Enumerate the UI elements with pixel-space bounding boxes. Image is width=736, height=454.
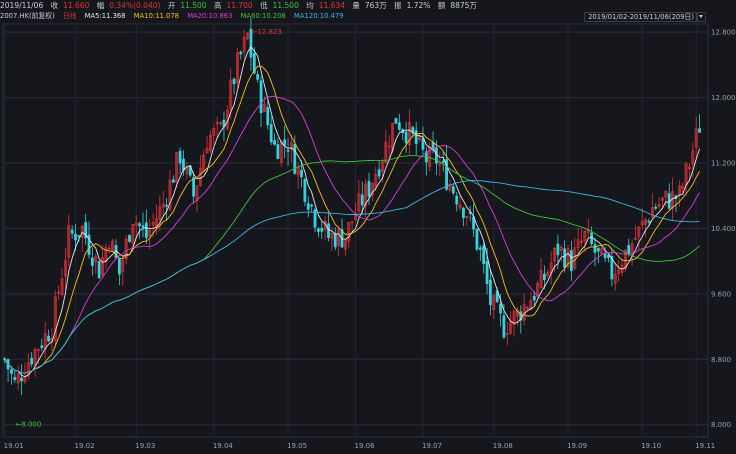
candle-body: [502, 315, 506, 338]
candle-body: [40, 345, 44, 349]
x-tick-label: 19.11: [695, 442, 715, 450]
y-tick-label: 11.200: [711, 160, 736, 168]
candle-body: [171, 179, 175, 183]
candle-body: [74, 233, 77, 241]
y-tick-label: 10.400: [711, 225, 736, 233]
candle-body: [451, 186, 455, 194]
candle-body: [259, 80, 263, 113]
candle-body: [310, 204, 314, 207]
candle-body: [489, 279, 492, 306]
x-tick-label: 19.05: [287, 442, 307, 450]
candle-body: [499, 303, 502, 314]
candle-body: [276, 144, 280, 160]
candle-body: [478, 247, 482, 250]
candle-body: [320, 227, 324, 232]
candle-body: [455, 195, 459, 205]
candle-body: [475, 228, 479, 250]
x-tick-label: 19.03: [135, 442, 155, 450]
candle-body: [283, 139, 287, 146]
candle-body: [232, 78, 236, 85]
candle-body: [300, 169, 303, 178]
candle-body: [590, 232, 594, 245]
candle-body: [30, 357, 34, 365]
y-tick-label: 12.800: [711, 29, 736, 37]
x-tick-label: 19.10: [641, 442, 661, 450]
candle-body: [256, 74, 260, 80]
candle-body: [532, 295, 536, 301]
ma10-line: [4, 65, 700, 374]
candle-body: [627, 244, 631, 255]
candle-body: [316, 228, 320, 232]
x-tick-label: 19.04: [213, 442, 234, 450]
candle-body: [165, 204, 168, 207]
ma120-line: [4, 180, 700, 374]
ma20-line: [4, 95, 700, 374]
candle-body: [404, 131, 408, 143]
candle-body: [286, 149, 290, 152]
candle-body: [269, 124, 273, 143]
candle-body: [607, 254, 610, 258]
candle-body: [367, 180, 371, 197]
candle-body: [654, 206, 658, 209]
candle-body: [128, 235, 131, 242]
candle-body: [441, 160, 445, 163]
candle-body: [273, 140, 276, 145]
candle-body: [394, 117, 398, 124]
candle-body: [141, 225, 145, 228]
candle-body: [569, 250, 573, 271]
x-tick-label: 19.01: [4, 442, 24, 450]
candle-body: [266, 107, 270, 126]
candle-body: [47, 335, 50, 342]
candle-body: [596, 247, 600, 252]
candle-body: [144, 222, 148, 239]
x-tick-label: 19.06: [355, 442, 376, 450]
candle-body: [90, 257, 94, 266]
candle-body: [70, 229, 74, 234]
candle-body: [462, 207, 465, 218]
candle-body: [414, 130, 418, 144]
candle-body: [303, 179, 307, 202]
candle-body: [360, 194, 364, 206]
candle-body: [593, 244, 597, 253]
candle-body: [327, 223, 330, 238]
x-tick-label: 19.08: [493, 442, 513, 450]
high-annotation: ←12.823: [252, 28, 282, 36]
candle-body: [138, 223, 142, 227]
candle-body: [178, 150, 182, 164]
y-tick-label: 8.800: [711, 356, 731, 364]
candle-body: [543, 273, 546, 280]
x-tick-label: 19.02: [75, 442, 95, 450]
candle-body: [397, 122, 401, 130]
low-annotation: ←8.000: [15, 421, 41, 429]
candle-body: [77, 235, 81, 237]
candle-body: [182, 158, 185, 171]
candle-body: [13, 377, 17, 381]
x-tick-label: 19.07: [422, 442, 442, 450]
candle-body: [377, 169, 381, 177]
candle-body: [3, 358, 7, 361]
candle-body: [563, 248, 567, 268]
candle-body: [421, 138, 425, 150]
x-tick-label: 19.09: [567, 442, 587, 450]
candle-body: [20, 377, 23, 382]
y-tick-label: 12.000: [711, 94, 736, 102]
y-tick-label: 8.000: [711, 421, 731, 429]
candle-body: [647, 220, 651, 223]
candle-body: [556, 243, 560, 256]
candle-body: [97, 261, 101, 279]
candle-body: [333, 233, 337, 248]
y-tick-label: 9.600: [711, 290, 731, 298]
candle-body: [117, 258, 121, 275]
candle-body: [485, 260, 489, 285]
candle-body: [482, 245, 486, 265]
candle-body: [306, 203, 310, 210]
candle-body: [698, 128, 701, 133]
candle-body: [239, 51, 243, 55]
candle-body: [192, 177, 195, 197]
candlestick-chart: 12.800 12.000 11.200 10.400 9.600 8.800 8.000 1…: [2, 18, 736, 450]
candle-body: [10, 369, 13, 374]
ma5-line: [4, 46, 701, 378]
